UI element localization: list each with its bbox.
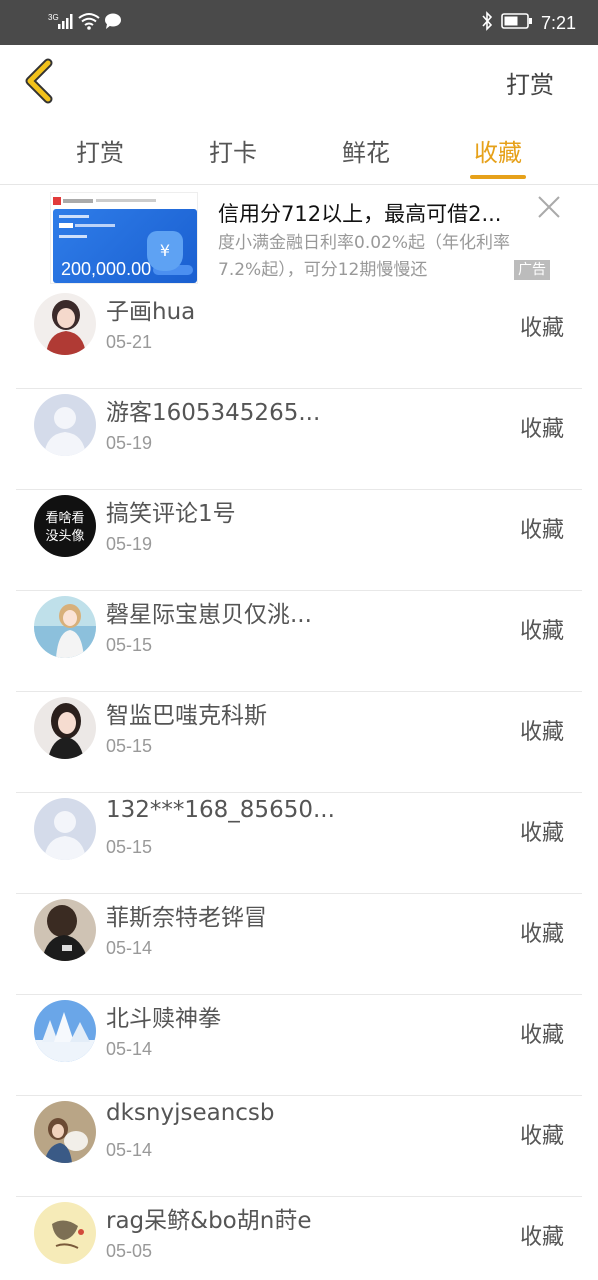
ad-description: 度小满金融日利率0.02%起（年化利率 7.2%起），可分12期慢慢还 bbox=[218, 233, 511, 280]
ad-thumbnail-header bbox=[51, 193, 197, 207]
avatar bbox=[34, 596, 96, 658]
ad-title: 信用分712以上，最高可借2... bbox=[218, 202, 502, 226]
date: 05-05 bbox=[106, 1241, 153, 1261]
user-name: 菲斯奈特老铧冒 bbox=[106, 905, 267, 931]
ad-thumbnail: 200,000.00 ¥ bbox=[50, 192, 198, 284]
close-icon[interactable] bbox=[536, 194, 562, 220]
avatar bbox=[34, 798, 96, 860]
avatar bbox=[34, 1202, 96, 1264]
avatar: 看啥看 没头像 bbox=[34, 495, 96, 557]
date: 05-15 bbox=[106, 635, 153, 655]
avatar bbox=[34, 1101, 96, 1163]
list-item[interactable]: 磬星际宝崽贝仅洮... 05-15 收藏 bbox=[0, 591, 598, 692]
favorite-label: 收藏 bbox=[519, 922, 564, 947]
favorite-label: 收藏 bbox=[519, 518, 564, 543]
date: 05-15 bbox=[106, 837, 153, 857]
user-name: 子画hua bbox=[106, 299, 196, 325]
ad-badge: 广告 bbox=[514, 260, 550, 280]
reward-button[interactable]: 打赏 bbox=[506, 65, 554, 100]
message-icon bbox=[104, 12, 122, 34]
date: 05-14 bbox=[106, 1140, 153, 1160]
tab-label: 打卡 bbox=[209, 139, 257, 167]
bluetooth-icon bbox=[481, 11, 493, 35]
wifi-icon bbox=[78, 12, 100, 34]
avatar bbox=[34, 899, 96, 961]
tab-bar: 打赏 打卡 鲜花 收藏 bbox=[0, 125, 598, 185]
date: 05-15 bbox=[106, 736, 153, 756]
favorite-label: 收藏 bbox=[519, 1023, 564, 1048]
money-bag-icon: ¥ bbox=[147, 231, 183, 271]
list-item[interactable]: 菲斯奈特老铧冒 05-14 收藏 bbox=[0, 894, 598, 995]
user-name: 搞笑评论1号 bbox=[106, 501, 236, 527]
user-name: 北斗赎神拳 bbox=[106, 1006, 221, 1032]
tab-label: 打赏 bbox=[76, 139, 124, 167]
svg-text:3G: 3G bbox=[48, 13, 59, 22]
active-tab-indicator bbox=[470, 175, 526, 179]
tab-reward[interactable]: 打赏 bbox=[60, 133, 140, 168]
date: 05-14 bbox=[106, 1039, 153, 1059]
user-name: 游客1605345265... bbox=[106, 400, 321, 426]
header: 打赏 bbox=[0, 45, 598, 125]
svg-text:看啥看: 看啥看 bbox=[45, 510, 84, 526]
list-item[interactable]: 看啥看 没头像 搞笑评论1号 05-19 收藏 bbox=[0, 490, 598, 591]
tab-checkin[interactable]: 打卡 bbox=[193, 133, 273, 168]
date: 05-19 bbox=[106, 534, 153, 554]
user-name: rag呆鲚&bo胡n莳e bbox=[106, 1208, 312, 1234]
ad-card-amount: 200,000.00 bbox=[61, 259, 152, 279]
list-item[interactable]: dksnyjseancsb 05-14 收藏 bbox=[0, 1096, 598, 1197]
status-right: 7:21 bbox=[481, 11, 576, 35]
avatar bbox=[34, 697, 96, 759]
user-name: dksnyjseancsb bbox=[106, 1100, 275, 1126]
tab-label: 收藏 bbox=[474, 139, 522, 167]
favorite-label: 收藏 bbox=[519, 1225, 564, 1250]
date: 05-19 bbox=[106, 433, 153, 453]
signal-icon: 3G bbox=[48, 12, 74, 34]
favorite-label: 收藏 bbox=[519, 619, 564, 644]
back-button[interactable] bbox=[18, 57, 62, 105]
avatar bbox=[34, 293, 96, 355]
favorite-label: 收藏 bbox=[519, 417, 564, 442]
favorite-label: 收藏 bbox=[519, 821, 564, 846]
avatar bbox=[34, 394, 96, 456]
user-name: 磬星际宝崽贝仅洮... bbox=[106, 602, 312, 628]
favorite-label: 收藏 bbox=[519, 316, 564, 341]
favorite-label: 收藏 bbox=[519, 720, 564, 745]
avatar bbox=[34, 1000, 96, 1062]
list-item[interactable]: 132***168_85650... 05-15 收藏 bbox=[0, 793, 598, 894]
status-left: 3G bbox=[48, 12, 122, 34]
date: 05-21 bbox=[106, 332, 153, 352]
tab-label: 鲜花 bbox=[342, 139, 390, 167]
tab-favorites[interactable]: 收藏 bbox=[458, 133, 538, 179]
ad-banner[interactable]: 200,000.00 ¥ 信用分712以上，最高可借2... 度小满金融日利率0… bbox=[0, 186, 598, 288]
list-item[interactable]: 子画hua 05-21 收藏 bbox=[0, 288, 598, 389]
list-item[interactable]: 北斗赎神拳 05-14 收藏 bbox=[0, 995, 598, 1096]
battery-icon bbox=[501, 12, 533, 34]
status-time: 7:21 bbox=[540, 12, 576, 33]
user-name: 132***168_85650... bbox=[106, 797, 335, 823]
list-item[interactable]: 游客1605345265... 05-19 收藏 bbox=[0, 389, 598, 490]
user-name: 智监巴嗤克科斯 bbox=[106, 703, 267, 729]
tab-flowers[interactable]: 鲜花 bbox=[326, 133, 406, 168]
svg-text:没头像: 没头像 bbox=[45, 529, 84, 544]
favorites-list: 子画hua 05-21 收藏 游客1605345265... 05-19 收藏 … bbox=[0, 288, 598, 1280]
chevron-left-icon bbox=[25, 58, 53, 104]
list-item[interactable]: rag呆鲚&bo胡n莳e 05-05 收藏 bbox=[0, 1197, 598, 1280]
ad-card-image: 200,000.00 ¥ bbox=[53, 209, 197, 283]
date: 05-14 bbox=[106, 938, 153, 958]
favorite-label: 收藏 bbox=[519, 1124, 564, 1149]
status-bar: 3G 7:21 bbox=[0, 0, 598, 45]
list-item[interactable]: 智监巴嗤克科斯 05-15 收藏 bbox=[0, 692, 598, 793]
